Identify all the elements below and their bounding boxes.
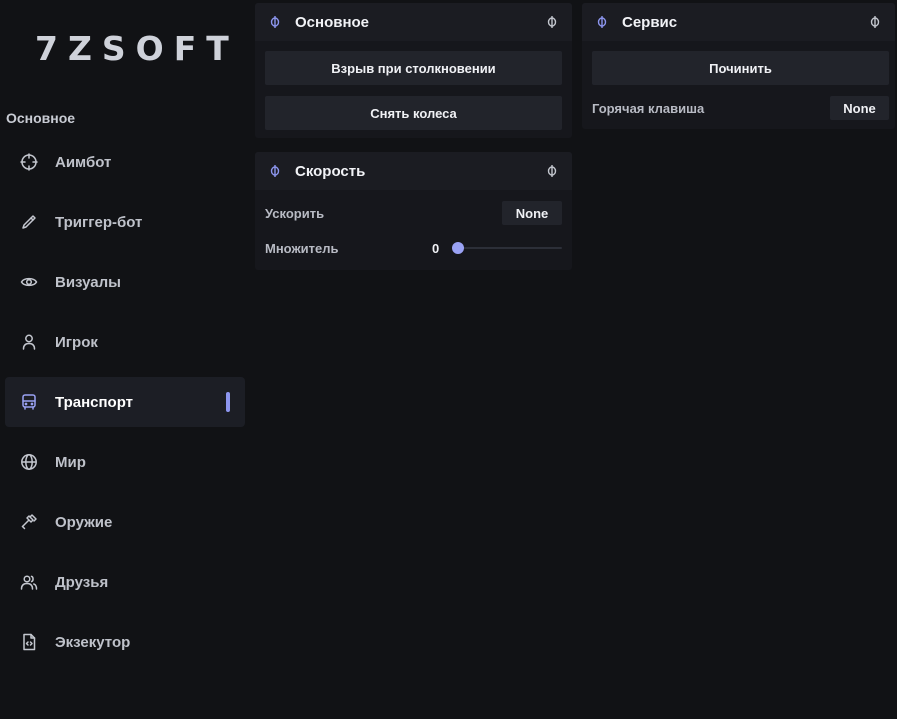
sidebar-item-weapons[interactable]: Оружие — [5, 497, 245, 547]
sidebar-item-aimbot[interactable]: Аимбот — [5, 137, 245, 187]
users-icon — [20, 573, 38, 591]
lambda-icon — [269, 164, 281, 178]
accelerate-label: Ускорить — [265, 206, 325, 221]
explode-on-collision-button[interactable]: Взрыв при столкновении — [265, 51, 562, 85]
hotkey-label: Горячая клавиша — [592, 101, 705, 116]
hammer-icon — [20, 513, 38, 531]
bus-icon — [20, 393, 38, 411]
service-panel: Сервис Починить Горячая клавиша None — [582, 3, 895, 129]
file-code-icon — [20, 633, 38, 651]
hotkey-keybind-button[interactable]: None — [830, 96, 889, 120]
eye-icon — [20, 273, 38, 291]
user-icon — [20, 333, 38, 351]
repair-button[interactable]: Починить — [592, 51, 889, 85]
panel-settings-icon[interactable] — [546, 164, 558, 178]
sidebar-item-label: Визуалы — [55, 273, 121, 291]
sidebar-item-label: Друзья — [55, 573, 109, 591]
sidebar-item-player[interactable]: Игрок — [5, 317, 245, 367]
app-logo: 7ZSOFT — [35, 29, 239, 68]
sidebar-item-triggerbot[interactable]: Триггер-бот — [5, 197, 245, 247]
sidebar-item-executor[interactable]: Экзекутор — [5, 617, 245, 667]
service-panel-header: Сервис — [582, 3, 895, 41]
globe-icon — [20, 453, 38, 471]
sidebar-item-transport[interactable]: Транспорт — [5, 377, 245, 427]
sidebar: Аимбот Триггер-бот Визуалы Игрок Транспо… — [5, 137, 245, 677]
sidebar-item-world[interactable]: Мир — [5, 437, 245, 487]
sidebar-item-label: Экзекутор — [55, 633, 131, 651]
multiplier-slider-track[interactable] — [458, 247, 562, 249]
multiplier-value: 0 — [432, 241, 440, 256]
pen-icon — [20, 213, 38, 231]
panel-title: Скорость — [295, 163, 366, 180]
speed-panel-header: Скорость — [255, 152, 572, 190]
panel-settings-icon[interactable] — [869, 15, 881, 29]
speed-panel: Скорость Ускорить None Множитель 0 — [255, 152, 572, 270]
main-panel: Основное Взрыв при столкновении Снять ко… — [255, 3, 572, 138]
accelerate-keybind-button[interactable]: None — [502, 201, 562, 225]
sidebar-item-friends[interactable]: Друзья — [5, 557, 245, 607]
crosshair-icon — [20, 153, 38, 171]
sidebar-item-label: Аимбот — [55, 153, 112, 171]
panel-title: Основное — [295, 14, 370, 31]
sidebar-item-label: Транспорт — [55, 393, 134, 411]
main-panel-header: Основное — [255, 3, 572, 41]
lambda-icon — [269, 15, 281, 29]
active-indicator — [226, 392, 230, 412]
multiplier-label: Множитель — [265, 241, 339, 256]
sidebar-item-label: Мир — [55, 453, 86, 471]
panel-settings-icon[interactable] — [546, 15, 558, 29]
remove-wheels-button[interactable]: Снять колеса — [265, 96, 562, 130]
multiplier-slider-thumb[interactable] — [452, 242, 464, 254]
sidebar-item-label: Оружие — [55, 513, 113, 531]
sidebar-item-label: Триггер-бот — [55, 213, 143, 231]
panel-title: Сервис — [622, 14, 678, 31]
sidebar-item-label: Игрок — [55, 333, 98, 351]
sidebar-section-label: Основное — [6, 110, 76, 126]
sidebar-item-visuals[interactable]: Визуалы — [5, 257, 245, 307]
lambda-icon — [596, 15, 608, 29]
